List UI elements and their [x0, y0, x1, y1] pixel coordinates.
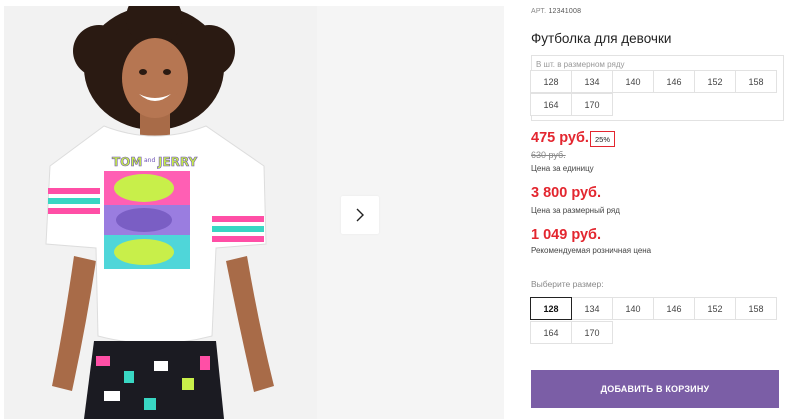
chevron-right-icon	[356, 208, 364, 222]
old-price: 630 руб.	[531, 150, 566, 160]
size-selector-line-1: 128 134 140 146 152 158	[530, 297, 777, 320]
size-row-cell: 134	[571, 70, 613, 93]
product-photo[interactable]: TOM and JERRY	[4, 6, 317, 419]
size-row-cell: 146	[653, 70, 695, 93]
print-text-and: and	[144, 157, 155, 164]
print-text-jerry: JERRY	[157, 155, 197, 169]
size-option[interactable]: 134	[571, 297, 613, 320]
size-selector-line-2: 164 170	[530, 321, 613, 344]
size-option[interactable]: 146	[653, 297, 695, 320]
girl-in-tshirt-image: TOM and JERRY	[4, 6, 317, 419]
size-row-line-2: 164 170	[530, 93, 613, 116]
row-price-note: Цена за размерный ряд	[531, 206, 620, 215]
size-option[interactable]: 170	[571, 321, 613, 344]
size-option[interactable]: 158	[735, 297, 777, 320]
retail-price: 1 049 руб.	[531, 227, 602, 243]
size-row-caption: В шт. в размерном ряду	[536, 60, 625, 69]
print-text-tom: TOM	[112, 155, 142, 169]
size-option-selected[interactable]: 128	[530, 297, 572, 320]
size-row-cell: 140	[612, 70, 654, 93]
choose-size-label: Выберите размер:	[531, 279, 604, 289]
size-option[interactable]: 140	[612, 297, 654, 320]
article-value: 12341008	[548, 8, 582, 15]
row-price: 3 800 руб.	[531, 185, 602, 201]
unit-price-note: Цена за единицу	[531, 164, 594, 173]
size-row-cell: 128	[530, 70, 572, 93]
size-option[interactable]: 152	[694, 297, 736, 320]
next-image-button[interactable]	[341, 196, 379, 234]
product-gallery: TOM and JERRY	[0, 0, 504, 419]
size-option[interactable]: 164	[530, 321, 572, 344]
add-to-cart-button[interactable]: ДОБАВИТЬ В КОРЗИНУ	[531, 370, 779, 408]
size-row-cell: 170	[571, 93, 613, 116]
size-row-cell: 152	[694, 70, 736, 93]
unit-price: 475 руб.	[531, 130, 589, 146]
retail-price-note: Рекомендуемая розничная цена	[531, 246, 652, 255]
discount-badge: 25%	[590, 131, 615, 147]
size-row-line-1: 128 134 140 146 152 158	[530, 70, 777, 93]
article-label: АРТ.	[531, 8, 547, 15]
size-row-cell: 158	[735, 70, 777, 93]
size-row-cell: 164	[530, 93, 572, 116]
article-number: АРТ. 12341008	[531, 8, 581, 15]
product-title: Футболка для девочки	[531, 31, 672, 46]
